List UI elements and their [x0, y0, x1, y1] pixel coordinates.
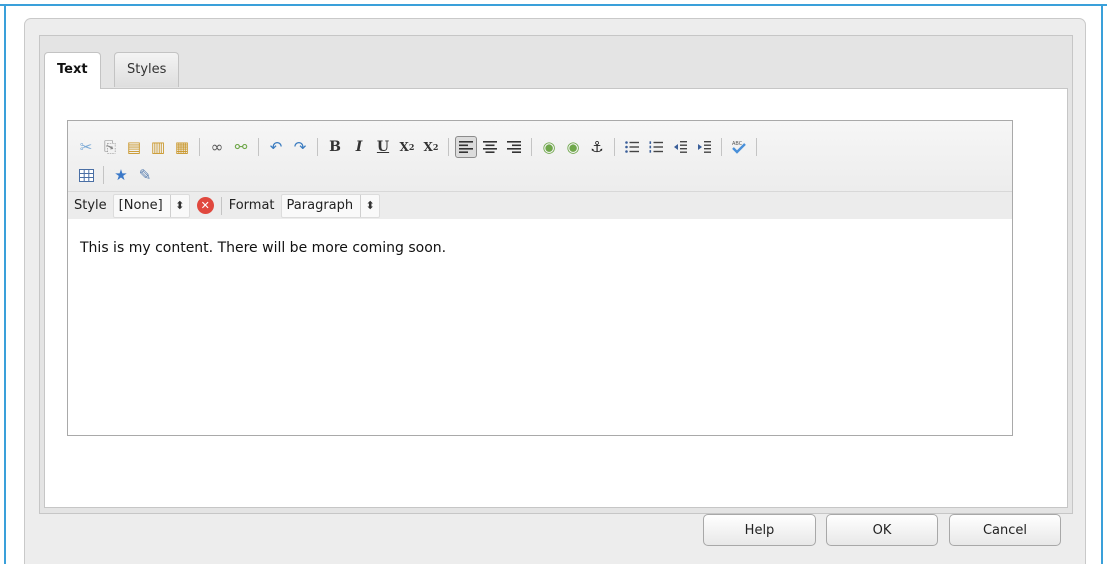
- select-arrows-icon: ⬍: [169, 194, 189, 217]
- italic-icon[interactable]: I: [348, 136, 370, 158]
- toolbar-separator: [756, 138, 757, 156]
- frame-left-border: [4, 4, 6, 564]
- toolbar-separator: [220, 196, 222, 215]
- toolbar-separator: [614, 138, 615, 156]
- help-button[interactable]: Help: [703, 514, 816, 546]
- toolbar-separator: [531, 138, 532, 156]
- toolbar-separator: [317, 138, 318, 156]
- toolbar-separator: [199, 138, 200, 156]
- indent-icon[interactable]: [693, 136, 715, 158]
- format-label: Format: [228, 198, 275, 213]
- numbered-list-icon[interactable]: [645, 136, 667, 158]
- toolbar-separator: [721, 138, 722, 156]
- spellcheck-icon[interactable]: ABC: [728, 136, 750, 158]
- redo-icon[interactable]: ↷: [289, 136, 311, 158]
- clear-style-icon[interactable]: ✕: [196, 197, 214, 214]
- edit-source-icon[interactable]: ✎: [134, 164, 156, 186]
- tab-body: ✂ ⎘ ▤ ▥ ▦ ∞ ⚯ ↶ ↷ B I U X 2 X 2 ◉ ◉ ⚓ AB…: [44, 88, 1068, 508]
- toolbar-separator: [448, 138, 449, 156]
- copy-icon[interactable]: ⎘: [99, 136, 121, 158]
- unlink-icon[interactable]: ⚯: [230, 136, 252, 158]
- format-select-value: Paragraph: [286, 198, 354, 213]
- cancel-button[interactable]: Cancel: [949, 514, 1061, 546]
- style-select-value: [None]: [118, 198, 163, 213]
- special-character-icon[interactable]: ★: [110, 164, 132, 186]
- rich-text-editor: ✂ ⎘ ▤ ▥ ▦ ∞ ⚯ ↶ ↷ B I U X 2 X 2 ◉ ◉ ⚓ AB…: [67, 120, 1013, 436]
- toolbar-row-2: ★ ✎: [74, 163, 157, 187]
- toolbar-separator: [258, 138, 259, 156]
- ok-button[interactable]: OK: [826, 514, 938, 546]
- image-link-icon[interactable]: ◉: [562, 136, 584, 158]
- rich-text-dialog: Text Styles ✂ ⎘ ▤ ▥ ▦ ∞ ⚯ ↶ ↷ B I U X 2 …: [24, 18, 1086, 564]
- style-select[interactable]: [None] ⬍: [112, 193, 190, 218]
- toolbar-row-1: ✂ ⎘ ▤ ▥ ▦ ∞ ⚯ ↶ ↷ B I U X 2 X 2 ◉ ◉ ⚓ AB…: [74, 135, 762, 159]
- anchor-icon[interactable]: ⚓: [586, 136, 608, 158]
- link-icon[interactable]: ∞: [206, 136, 228, 158]
- format-select[interactable]: Paragraph ⬍: [280, 193, 381, 218]
- tab-styles[interactable]: Styles: [114, 52, 180, 87]
- superscript-icon[interactable]: X2: [420, 136, 442, 158]
- image-icon[interactable]: ◉: [538, 136, 560, 158]
- bold-icon[interactable]: B: [324, 136, 346, 158]
- editor-content-area[interactable]: This is my content. There will be more c…: [68, 219, 1012, 435]
- toolbar-separator: [103, 166, 104, 184]
- subscript-icon[interactable]: X2: [396, 136, 418, 158]
- paste-text-icon[interactable]: ▥: [147, 136, 169, 158]
- style-format-bar: Style [None] ⬍ ✕ Format Paragraph ⬍: [68, 191, 1012, 219]
- bulleted-list-icon[interactable]: [621, 136, 643, 158]
- align-left-icon[interactable]: [455, 136, 477, 158]
- paste-icon[interactable]: ▤: [123, 136, 145, 158]
- outdent-icon[interactable]: [669, 136, 691, 158]
- frame-top-border: [0, 4, 1107, 6]
- align-right-icon[interactable]: [503, 136, 525, 158]
- frame-right-border: [1101, 4, 1103, 564]
- cut-icon[interactable]: ✂: [75, 136, 97, 158]
- underline-icon[interactable]: U: [372, 136, 394, 158]
- select-arrows-icon: ⬍: [360, 194, 379, 217]
- tab-panel: Text Styles ✂ ⎘ ▤ ▥ ▦ ∞ ⚯ ↶ ↷ B I U X 2 …: [39, 35, 1073, 514]
- table-icon[interactable]: [75, 164, 97, 186]
- undo-icon[interactable]: ↶: [265, 136, 287, 158]
- style-label: Style: [74, 198, 107, 213]
- align-center-icon[interactable]: [479, 136, 501, 158]
- tab-text[interactable]: Text: [44, 52, 101, 89]
- svg-text:ABC: ABC: [732, 141, 743, 147]
- paste-word-icon[interactable]: ▦: [171, 136, 193, 158]
- content-text: This is my content. There will be more c…: [80, 240, 447, 256]
